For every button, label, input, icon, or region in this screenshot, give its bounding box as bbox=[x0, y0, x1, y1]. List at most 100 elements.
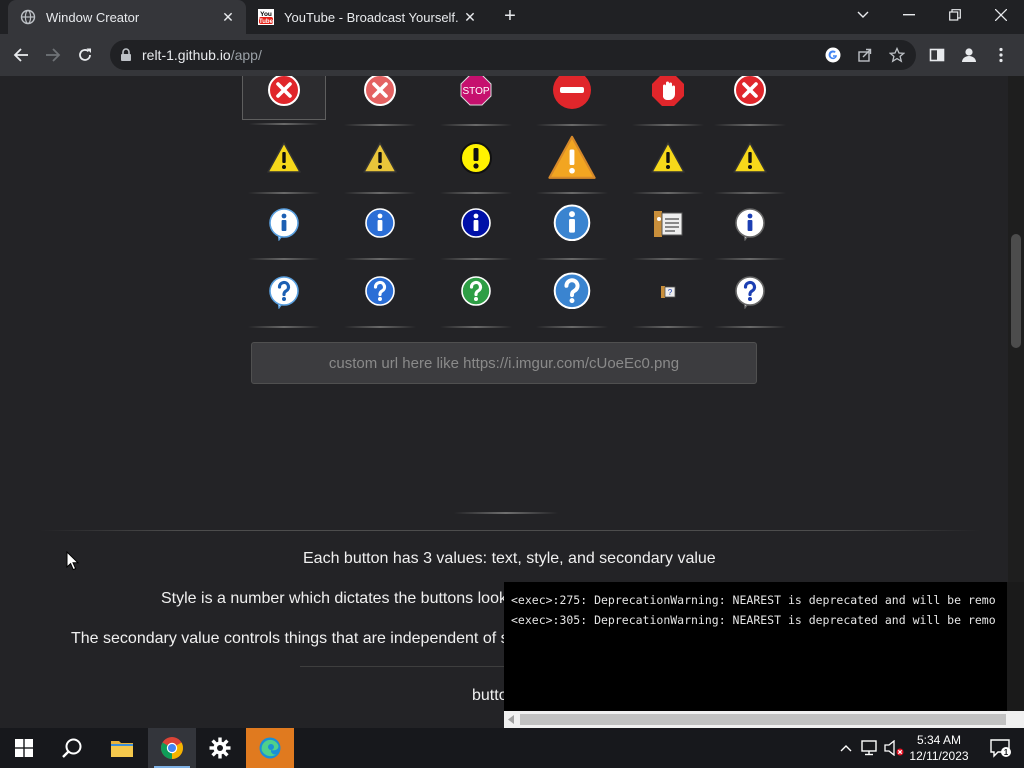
system-clock[interactable]: 5:34 AM 12/11/2023 bbox=[904, 732, 974, 764]
icon-option-question[interactable] bbox=[530, 262, 614, 328]
divider bbox=[440, 124, 512, 126]
paragraph-button-values: Each button has 3 values: text, style, a… bbox=[303, 550, 716, 567]
google-lens-icon[interactable] bbox=[824, 46, 842, 64]
icon-option-error-x[interactable] bbox=[338, 76, 422, 126]
clock-time: 5:34 AM bbox=[916, 733, 962, 747]
divider bbox=[40, 530, 980, 531]
icon-option-error-x[interactable] bbox=[242, 76, 326, 125]
side-panel-icon[interactable] bbox=[924, 42, 950, 68]
custom-url-input[interactable] bbox=[251, 342, 757, 384]
bookmark-star-icon[interactable] bbox=[888, 46, 906, 64]
icon-option-question[interactable] bbox=[434, 262, 518, 328]
icon-option-warning[interactable] bbox=[708, 128, 792, 194]
tab-title: Window Creator bbox=[46, 9, 140, 25]
icon-option-info[interactable] bbox=[530, 194, 614, 260]
close-tab-icon[interactable]: ✕ bbox=[460, 9, 480, 26]
divider bbox=[714, 258, 786, 260]
notifications-icon[interactable]: 1 bbox=[976, 728, 1024, 768]
volume-muted-icon[interactable] bbox=[882, 728, 906, 768]
tab-title: YouTube - Broadcast Yourself. bbox=[284, 9, 459, 25]
divider bbox=[714, 326, 786, 328]
tab-strip: Window Creator ✕ You Tube YouTube - Broa… bbox=[0, 0, 1024, 34]
icon-option-error-x[interactable] bbox=[708, 76, 792, 126]
icon-option-warning[interactable] bbox=[242, 128, 326, 194]
divider bbox=[249, 123, 319, 125]
show-hidden-icons-chevron-icon[interactable] bbox=[834, 728, 858, 768]
address-bar[interactable]: relt-1.github.io/app/ bbox=[110, 40, 916, 70]
icon-option-warning[interactable] bbox=[530, 128, 614, 194]
console-output: <exec>:275: DeprecationWarning: NEAREST … bbox=[504, 582, 1007, 728]
icon-option-warning[interactable] bbox=[338, 128, 422, 194]
mouse-cursor-icon bbox=[66, 550, 80, 576]
file-explorer-icon[interactable] bbox=[98, 728, 146, 768]
divider bbox=[440, 326, 512, 328]
divider bbox=[248, 326, 320, 328]
edge-browser-icon[interactable] bbox=[246, 728, 294, 768]
console-scrollbar-thumb[interactable] bbox=[520, 714, 1006, 725]
close-tab-icon[interactable]: ✕ bbox=[218, 9, 238, 26]
url-text: relt-1.github.io/app/ bbox=[142, 47, 262, 63]
console-vertical-scrollbar[interactable] bbox=[1007, 582, 1024, 728]
divider bbox=[344, 326, 416, 328]
settings-gear-icon[interactable] bbox=[196, 728, 244, 768]
url-path: /app/ bbox=[230, 47, 262, 63]
divider bbox=[632, 258, 704, 260]
restore-button[interactable] bbox=[932, 0, 978, 30]
youtube-favicon-text-bottom: Tube bbox=[259, 19, 274, 25]
icon-option-stop-hand[interactable] bbox=[626, 76, 710, 126]
icon-option-stop-sign[interactable]: STOP bbox=[434, 76, 518, 126]
divider bbox=[632, 326, 704, 328]
start-button[interactable] bbox=[0, 728, 48, 768]
page-scrollbar-thumb[interactable] bbox=[1011, 234, 1021, 348]
back-button[interactable] bbox=[8, 42, 34, 68]
console-line: <exec>:305: DeprecationWarning: NEAREST … bbox=[511, 613, 996, 627]
divider bbox=[536, 124, 608, 126]
divider bbox=[248, 258, 320, 260]
icon-option-question-small[interactable]: ? bbox=[626, 262, 710, 328]
search-icon[interactable] bbox=[48, 728, 96, 768]
icon-option-warning[interactable] bbox=[626, 128, 710, 194]
icon-option-info[interactable] bbox=[434, 194, 518, 260]
notification-count: 1 bbox=[1004, 748, 1009, 757]
svg-text:?: ? bbox=[668, 288, 673, 297]
clock-date: 12/11/2023 bbox=[909, 749, 969, 763]
icon-option-info[interactable] bbox=[338, 194, 422, 260]
icon-option-question[interactable] bbox=[708, 262, 792, 328]
url-host: relt-1.github.io bbox=[142, 47, 231, 63]
youtube-favicon-text-top: You bbox=[260, 11, 272, 18]
icon-option-exclamation[interactable] bbox=[434, 128, 518, 194]
chrome-taskbar-icon[interactable] bbox=[148, 728, 196, 768]
reload-button[interactable] bbox=[72, 42, 98, 68]
stop-sign-text: STOP bbox=[462, 86, 489, 97]
close-window-button[interactable] bbox=[978, 0, 1024, 30]
globe-icon bbox=[20, 9, 36, 25]
youtube-icon: You Tube bbox=[258, 9, 274, 25]
icon-option-question[interactable] bbox=[338, 262, 422, 328]
new-tab-button[interactable]: + bbox=[500, 6, 520, 26]
menu-kebab-icon[interactable] bbox=[988, 42, 1014, 68]
site-info-icon[interactable] bbox=[120, 48, 132, 67]
icon-option-no-entry[interactable] bbox=[530, 76, 614, 126]
windows-taskbar: 5:34 AM 12/11/2023 1 bbox=[0, 728, 1024, 768]
minimize-button[interactable] bbox=[886, 0, 932, 30]
scroll-left-arrow-icon[interactable] bbox=[508, 715, 514, 724]
profile-icon[interactable] bbox=[956, 42, 982, 68]
paragraph-style: Style is a number which dictates the but… bbox=[161, 590, 507, 607]
icon-option-info[interactable] bbox=[242, 194, 326, 260]
paragraph-secondary-value: The secondary value controls things that… bbox=[71, 630, 509, 647]
forward-button[interactable] bbox=[40, 42, 66, 68]
icon-option-question[interactable] bbox=[242, 262, 326, 328]
tab-window-creator[interactable]: Window Creator ✕ bbox=[8, 0, 246, 34]
divider bbox=[632, 124, 704, 126]
console-horizontal-scrollbar[interactable] bbox=[504, 711, 1024, 728]
network-icon[interactable] bbox=[858, 728, 882, 768]
tab-search-icon[interactable] bbox=[840, 0, 886, 30]
icon-option-info[interactable] bbox=[708, 194, 792, 260]
browser-toolbar: relt-1.github.io/app/ bbox=[0, 34, 1024, 76]
share-icon[interactable] bbox=[856, 46, 874, 64]
icon-option-info-document[interactable] bbox=[626, 194, 710, 260]
tab-youtube[interactable]: You Tube YouTube - Broadcast Yourself. ✕ bbox=[250, 0, 488, 34]
console-line: <exec>:275: DeprecationWarning: NEAREST … bbox=[511, 593, 996, 607]
divider bbox=[536, 326, 608, 328]
divider bbox=[536, 258, 608, 260]
